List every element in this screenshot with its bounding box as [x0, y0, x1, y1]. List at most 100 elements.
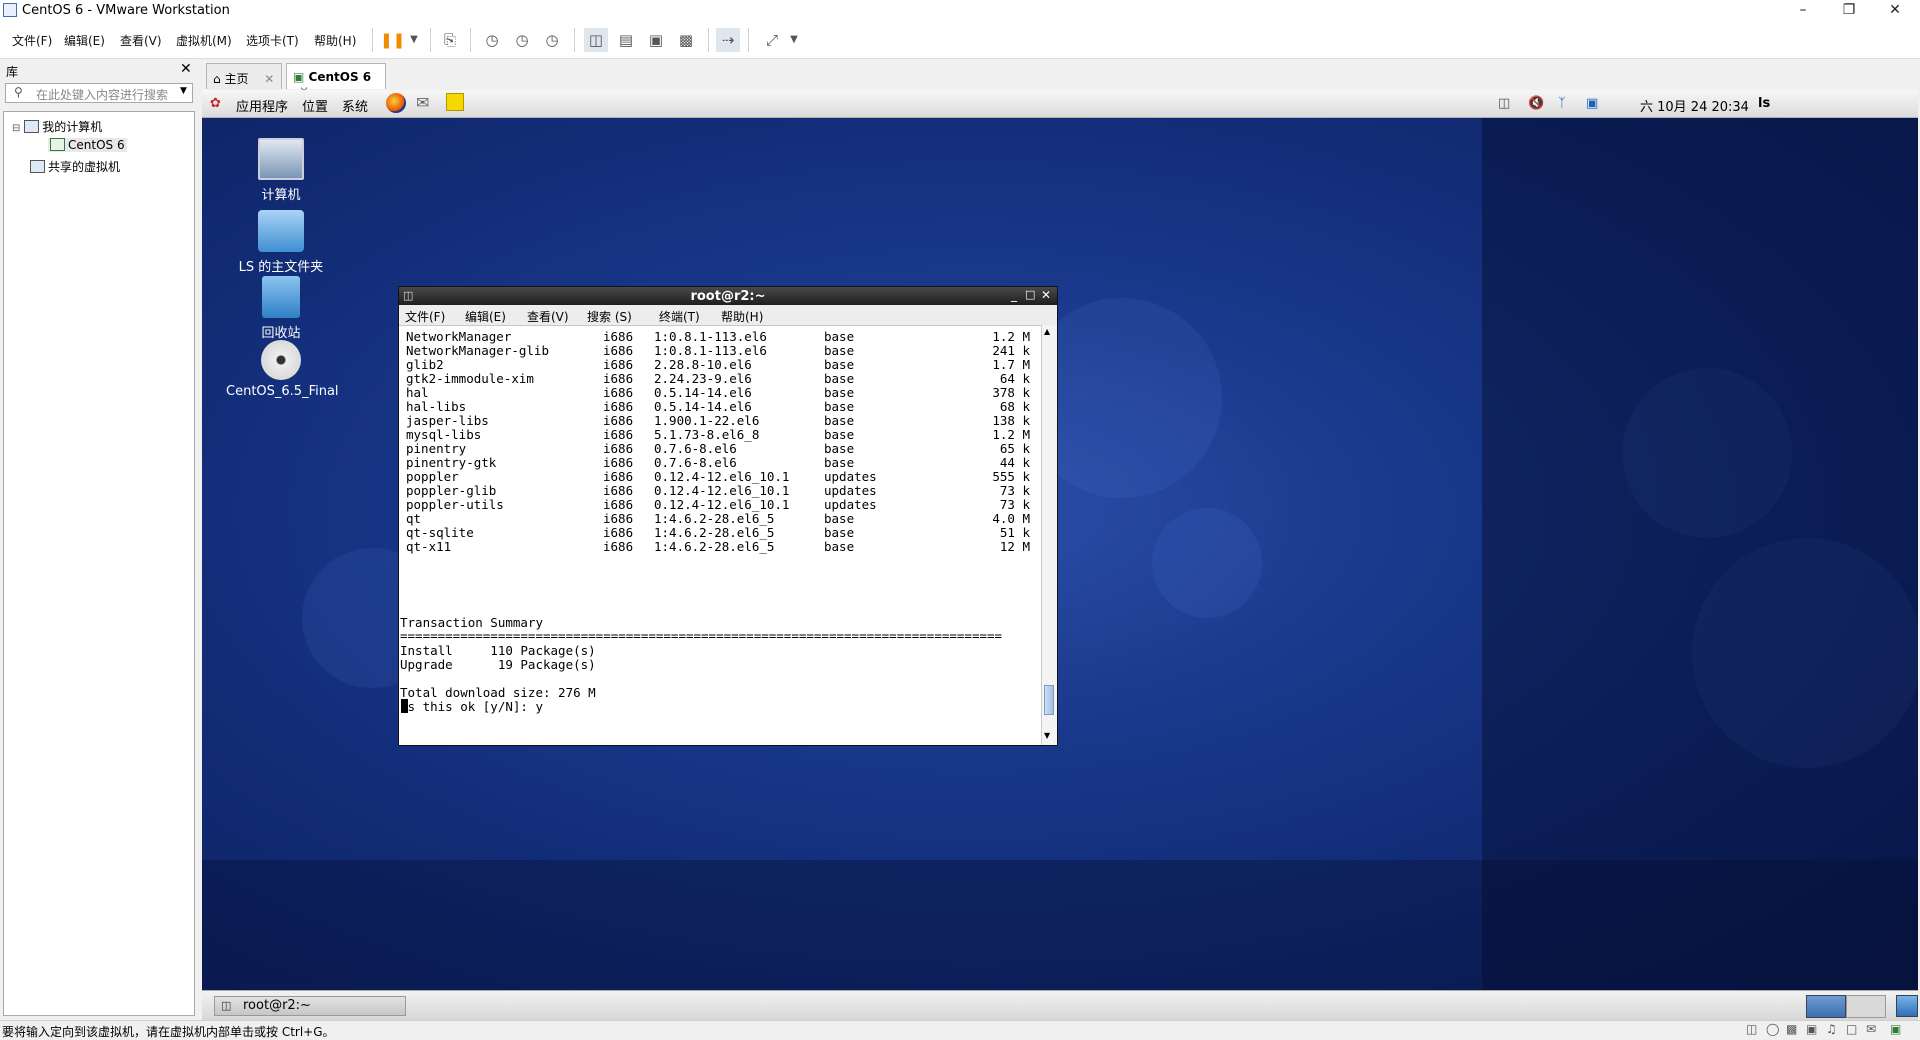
terminal-menu-terminal[interactable]: 终端(T) — [659, 308, 700, 325]
bluetooth-icon[interactable]: ᛉ — [1558, 96, 1566, 111]
search-icon: ⚲ — [14, 85, 23, 99]
maximize-icon[interactable]: □ — [1025, 288, 1035, 301]
terminal-menu-help[interactable]: 帮助(H) — [721, 308, 763, 325]
taskbar-terminal-button[interactable]: ◫ root@r2:~ — [214, 996, 406, 1016]
minimize-icon[interactable]: _ — [1011, 288, 1017, 302]
email-client-icon[interactable]: ✉ — [416, 93, 429, 112]
volume-muted-icon[interactable]: 🔇 — [1528, 96, 1544, 111]
menu-places[interactable]: 位置 — [302, 96, 328, 115]
network-adapter-icon[interactable]: ▩ — [1786, 1022, 1797, 1036]
tree-item-shared-vms[interactable]: 共享的虚拟机 — [30, 158, 120, 175]
tab-home[interactable]: ⌂ 主页 ✕ — [206, 63, 282, 89]
gnome-top-panel: ✿ 应用程序 位置 系统 ✉ ◫ 🔇 ᛉ ▣ 六 10月 24 20:34 ls — [202, 90, 1918, 118]
package-size: 12 M — [999, 539, 1030, 554]
menu-system[interactable]: 系统 — [342, 96, 368, 115]
dvd-icon — [261, 340, 301, 380]
chevron-down-icon[interactable]: ▼ — [782, 28, 806, 52]
message-icon[interactable]: ✉ — [1866, 1022, 1876, 1036]
panel-clock[interactable]: 六 10月 24 20:34 — [1640, 96, 1749, 115]
terminal-output[interactable]: NetworkManager i686 1:0.8.1-113.el6 base 1.2… — [400, 325, 1040, 745]
package-arch: i686 — [603, 539, 634, 554]
snapshot-manager-icon[interactable]: ◷ — [540, 28, 564, 52]
desktop-icon-dvd[interactable]: CentOS_6.5_Final — [226, 340, 339, 399]
tab-centos6[interactable]: ▣ CentOS 6 ✕ — [286, 63, 386, 98]
tab-close-icon[interactable]: ✕ — [264, 72, 274, 86]
snapshot-icon[interactable]: ◷ — [480, 28, 504, 52]
network-icon[interactable]: ◫ — [1498, 96, 1510, 111]
thumbnail-view-icon[interactable]: ▤ — [614, 28, 638, 52]
menu-vm[interactable]: 虚拟机(M) — [176, 32, 232, 49]
terminal-window[interactable]: ◫ root@r2:~ _ □ ✕ 文件(F) 编辑(E) 查看(V) 搜索 (… — [398, 286, 1058, 746]
scroll-down-icon[interactable]: ▼ — [1044, 731, 1050, 740]
workspace-1[interactable] — [1806, 995, 1846, 1018]
menu-edit[interactable]: 编辑(E) — [64, 32, 105, 49]
chevron-down-icon[interactable]: ▼ — [180, 86, 187, 96]
library-view-icon[interactable]: ◫ — [584, 28, 608, 52]
terminal-title-bar[interactable]: ◫ root@r2:~ _ □ ✕ — [399, 287, 1057, 305]
desktop-icon-label: 计算机 — [261, 188, 301, 203]
scrollbar-thumb[interactable] — [1044, 685, 1054, 715]
trash-applet-icon[interactable] — [1896, 995, 1918, 1017]
vm-console[interactable]: ✿ 应用程序 位置 系统 ✉ ◫ 🔇 ᛉ ▣ 六 10月 24 20:34 ls… — [202, 90, 1918, 990]
menu-applications[interactable]: 应用程序 — [236, 96, 288, 115]
library-close-icon[interactable]: ✕ — [180, 61, 192, 77]
terminal-scrollbar[interactable]: ▲ ▼ — [1041, 325, 1057, 745]
desktop-icon-home[interactable]: LS 的主文件夹 — [226, 210, 336, 275]
minimize-button[interactable]: – — [1780, 0, 1826, 22]
display-icon[interactable]: □ — [1846, 1022, 1857, 1036]
terminal-menu-view[interactable]: 查看(V) — [527, 308, 569, 325]
toolbar-separator — [372, 28, 373, 52]
wallpaper-bubble — [1152, 508, 1262, 618]
panel-user[interactable]: ls — [1758, 96, 1770, 111]
close-button[interactable]: ✕ — [1872, 0, 1918, 22]
computer-icon — [24, 120, 40, 133]
package-row: qt-x11 i686 1:4.6.2-28.el6_5 base 12 M — [400, 538, 1040, 555]
computer-icon — [258, 138, 304, 180]
desktop-icon-computer[interactable]: 计算机 — [226, 138, 336, 203]
close-icon[interactable]: ✕ — [1041, 288, 1051, 302]
status-message: 要将输入定向到该虚拟机，请在虚拟机内部单击或按 Ctrl+G。 — [2, 1025, 335, 1039]
menu-tabs[interactable]: 选项卡(T) — [246, 32, 299, 49]
firefox-icon[interactable] — [386, 93, 406, 113]
scroll-up-icon[interactable]: ▲ — [1044, 327, 1050, 336]
notes-icon[interactable] — [446, 93, 464, 111]
library-search-input[interactable]: ⚲ 在此处键入内容进行搜索 ▼ — [5, 83, 193, 103]
menu-view[interactable]: 查看(V) — [120, 32, 162, 49]
tree-label: CentOS 6 — [68, 138, 125, 152]
toolbar-separator — [574, 28, 575, 52]
pause-icon[interactable]: ❚❚ — [380, 28, 405, 52]
display-icon[interactable]: ▣ — [1586, 96, 1598, 111]
guest-desktop[interactable]: 计算机 LS 的主文件夹 回收站 CentOS_6.5_Final ◫ root… — [202, 118, 1918, 990]
tree-item-my-computer[interactable]: ⊟ 我的计算机 — [12, 118, 102, 135]
chevron-down-icon[interactable]: ▼ — [402, 28, 426, 52]
sound-icon[interactable]: ♫ — [1826, 1022, 1837, 1036]
unity-icon[interactable]: ▩ — [674, 28, 698, 52]
library-panel: 库 ✕ ⚲ 在此处键入内容进行搜索 ▼ ⊟ 我的计算机 CentOS 6 共享的… — [0, 59, 198, 1019]
stretch-icon[interactable]: ⤢ — [760, 28, 784, 52]
menu-file[interactable]: 文件(F) — [12, 32, 52, 49]
revert-snapshot-icon[interactable]: ◷ — [510, 28, 534, 52]
desktop-icon-trash[interactable]: 回收站 — [226, 276, 336, 341]
home-folder-icon — [258, 210, 304, 252]
prompt-text: Is this ok [y/N]: y — [400, 699, 543, 714]
vm-running-icon: ▣ — [293, 70, 305, 84]
vm-status-icon[interactable]: ▣ — [1890, 1022, 1901, 1036]
cdrom-icon[interactable]: ◯ — [1766, 1022, 1779, 1036]
collapse-icon[interactable]: ⊟ — [12, 123, 20, 134]
usb-icon[interactable]: ▣ — [1806, 1022, 1817, 1036]
tab-label: CentOS 6 — [308, 70, 372, 84]
workspace-2[interactable] — [1846, 995, 1886, 1018]
tab-label: 主页 — [224, 72, 249, 86]
restore-button[interactable]: ❐ — [1826, 0, 1872, 22]
console-view-icon[interactable]: ⇢ — [716, 28, 740, 52]
terminal-menu-edit[interactable]: 编辑(E) — [465, 308, 506, 325]
menu-help[interactable]: 帮助(H) — [314, 32, 356, 49]
package-name: qt-x11 — [406, 539, 452, 554]
tree-item-centos6[interactable]: CentOS 6 — [48, 138, 127, 152]
fullscreen-icon[interactable]: ▣ — [644, 28, 668, 52]
package-repo: base — [824, 539, 855, 554]
terminal-menu-search[interactable]: 搜索 (S) — [587, 308, 632, 325]
terminal-menu-file[interactable]: 文件(F) — [405, 308, 445, 325]
hdd-icon[interactable]: ◫ — [1746, 1022, 1757, 1036]
send-keys-icon[interactable]: ⎘ — [438, 28, 462, 52]
